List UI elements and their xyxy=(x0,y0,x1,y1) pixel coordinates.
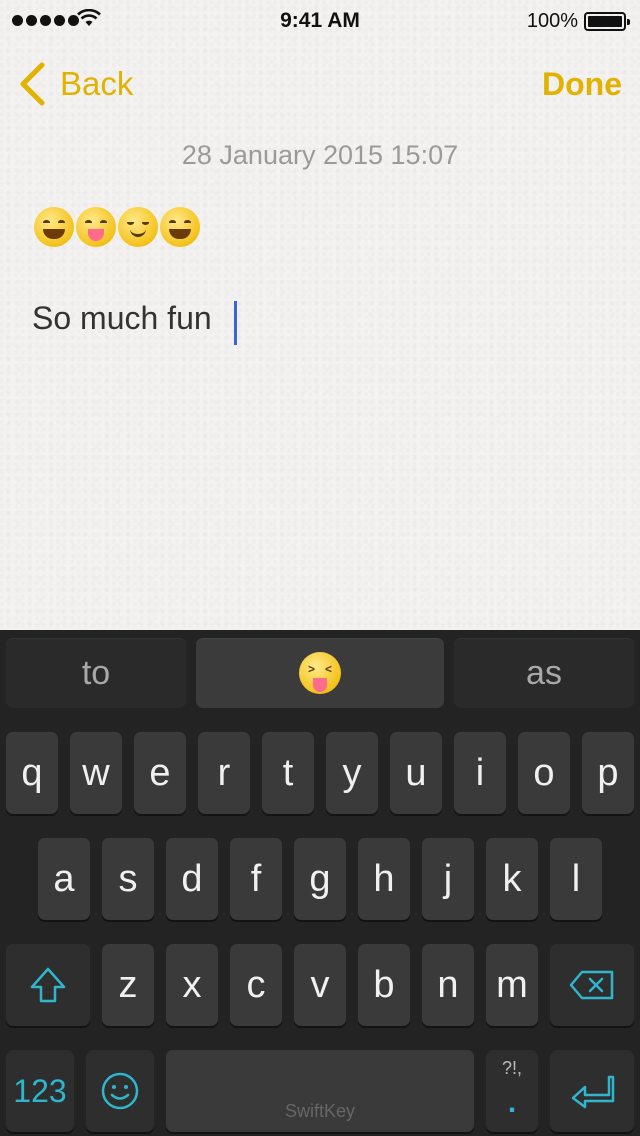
key-y[interactable]: y xyxy=(326,732,378,814)
swiftkey-logo: SwiftKey xyxy=(284,1101,356,1121)
battery-percent: 100% xyxy=(526,10,578,32)
key-l[interactable]: l xyxy=(550,838,602,920)
return-arrow-icon xyxy=(571,1075,615,1109)
back-button[interactable]: Back xyxy=(18,60,133,108)
key-e[interactable]: e xyxy=(134,732,186,814)
key-h[interactable]: h xyxy=(358,838,410,920)
key-m[interactable]: m xyxy=(486,944,538,1026)
key-u[interactable]: u xyxy=(390,732,442,814)
suggestion-emoji[interactable]: > < xyxy=(196,638,444,708)
key-w[interactable]: w xyxy=(70,732,122,814)
smiley-icon xyxy=(101,1072,139,1110)
key-j[interactable]: j xyxy=(422,838,474,920)
key-i[interactable]: i xyxy=(454,732,506,814)
suggestion-right[interactable]: as xyxy=(454,638,634,708)
relieved-face-icon xyxy=(118,207,158,247)
key-x[interactable]: x xyxy=(166,944,218,1026)
key-o[interactable]: o xyxy=(518,732,570,814)
battery-icon xyxy=(584,12,630,31)
key-s[interactable]: s xyxy=(102,838,154,920)
status-bar: 9:41 AM 100% xyxy=(0,0,640,40)
return-key[interactable] xyxy=(550,1050,634,1132)
delete-key[interactable] xyxy=(550,944,634,1026)
squinting-tongue-face-icon: > < xyxy=(299,652,341,694)
key-f[interactable]: f xyxy=(230,838,282,920)
key-t[interactable]: t xyxy=(262,732,314,814)
period-label: . xyxy=(507,1086,517,1119)
numbers-key[interactable]: 123 xyxy=(6,1050,74,1132)
punctuation-key[interactable]: ?!, . xyxy=(486,1050,538,1132)
backspace-icon xyxy=(569,970,614,1000)
key-p[interactable]: p xyxy=(582,732,634,814)
shift-arrow-icon xyxy=(30,967,66,1003)
shift-key[interactable] xyxy=(6,944,90,1026)
back-button-label: Back xyxy=(60,65,134,102)
punctuation-alt-label: ?!, xyxy=(501,1058,522,1078)
key-d[interactable]: d xyxy=(166,838,218,920)
grinning-face-icon xyxy=(34,207,74,247)
key-n[interactable]: n xyxy=(422,944,474,1026)
key-q[interactable]: q xyxy=(6,732,58,814)
done-button[interactable]: Done xyxy=(542,60,622,108)
key-z[interactable]: z xyxy=(102,944,154,1026)
note-date: 28 January 2015 15:07 xyxy=(181,140,459,170)
text-cursor xyxy=(234,301,237,345)
key-k[interactable]: k xyxy=(486,838,538,920)
key-a[interactable]: a xyxy=(38,838,90,920)
space-key[interactable]: SwiftKey xyxy=(166,1050,474,1132)
chevron-left-icon xyxy=(20,62,45,106)
emoji-key[interactable] xyxy=(86,1050,154,1132)
winking-tongue-face-icon xyxy=(76,207,116,247)
key-v[interactable]: v xyxy=(294,944,346,1026)
grinning-face-icon xyxy=(160,207,200,247)
note-emoji-row[interactable] xyxy=(34,207,200,247)
key-r[interactable]: r xyxy=(198,732,250,814)
note-body-text[interactable]: So much fun xyxy=(32,300,212,337)
key-b[interactable]: b xyxy=(358,944,410,1026)
key-c[interactable]: c xyxy=(230,944,282,1026)
keyboard: to > < as q w e r t y u i o p a s d f g h… xyxy=(0,630,640,1136)
key-g[interactable]: g xyxy=(294,838,346,920)
suggestion-left[interactable]: to xyxy=(6,638,186,708)
